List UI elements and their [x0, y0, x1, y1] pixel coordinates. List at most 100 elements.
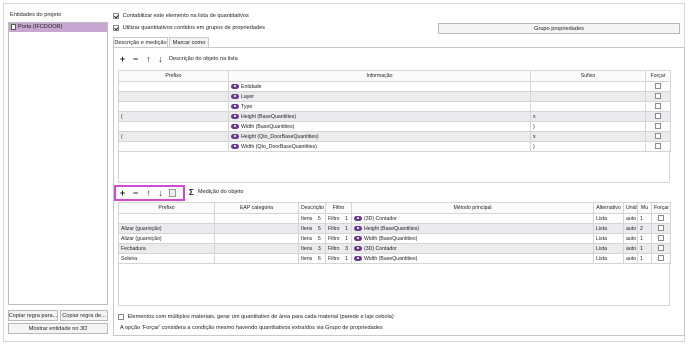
suffix-cell[interactable]: x [530, 111, 646, 122]
table-row[interactable]: ( Height (Qto_DoorBaseQuantities) x [118, 131, 671, 142]
eye-icon[interactable] [354, 255, 362, 261]
force-cell[interactable] [645, 111, 671, 122]
column-header-prefix[interactable]: Prefixo [118, 70, 229, 82]
column-header-alternative[interactable]: Alternativo [593, 202, 624, 214]
table-row[interactable]: ( Height (BaseQuantities) x [118, 111, 671, 122]
eye-icon[interactable] [354, 235, 362, 241]
prefix-cell[interactable] [118, 91, 229, 102]
add-icon[interactable]: + [118, 188, 127, 198]
column-header-info[interactable]: Informação [228, 70, 531, 82]
prefix-cell[interactable]: ( [118, 131, 229, 142]
unit-cell[interactable]: auto [623, 223, 638, 234]
multi-material-checkbox[interactable] [118, 313, 124, 320]
table-row[interactable]: Fechadura Itens 3 Filtro 3 (3D) Contador… [118, 243, 671, 254]
eye-icon[interactable] [231, 103, 239, 109]
method-cell[interactable]: (3D) Contador [351, 213, 594, 224]
eap-cell[interactable] [214, 243, 299, 254]
eye-icon[interactable] [354, 225, 362, 231]
alternative-cell[interactable]: Lista [593, 233, 624, 244]
table-row[interactable]: Alizar (guarnição) Itens 5 Filtro 1 Widt… [118, 233, 671, 244]
eap-cell[interactable] [214, 213, 299, 224]
suffix-cell[interactable] [530, 81, 646, 92]
entity-list[interactable] [8, 22, 108, 305]
eye-icon[interactable] [231, 93, 239, 99]
info-cell[interactable]: Type [228, 101, 531, 112]
prefix-cell[interactable]: Alizar (guarnição) [118, 223, 215, 234]
remove-icon[interactable]: − [131, 54, 140, 64]
column-header-description[interactable]: Descrição [298, 202, 326, 214]
use-property-groups-option[interactable]: Utilizar quantitativos contidos em grupo… [113, 24, 265, 32]
arrow-up-icon[interactable]: ↑ [144, 188, 153, 198]
unit-cell[interactable]: auto [623, 233, 638, 244]
include-in-list-checkbox[interactable] [113, 12, 119, 19]
copy-icon[interactable] [169, 189, 176, 197]
suffix-cell[interactable]: x [530, 131, 646, 142]
eap-cell[interactable] [214, 223, 299, 234]
column-header-eap[interactable]: EAP categoria [214, 202, 299, 214]
force-checkbox[interactable] [658, 255, 664, 262]
force-checkbox[interactable] [658, 225, 664, 232]
alternative-cell[interactable]: Lista [593, 213, 624, 224]
info-cell[interactable]: Entidade [228, 81, 531, 92]
force-cell[interactable] [651, 243, 671, 254]
column-header-unit[interactable]: Unid [623, 202, 638, 214]
alternative-cell[interactable]: Lista [593, 243, 624, 254]
unit-cell[interactable]: auto [623, 213, 638, 224]
force-checkbox[interactable] [658, 235, 664, 242]
force-cell[interactable] [645, 121, 671, 132]
mu-cell[interactable]: 2 [637, 223, 652, 234]
eye-icon[interactable] [354, 245, 362, 251]
force-cell[interactable] [651, 213, 671, 224]
column-header-filter[interactable]: Filtro [325, 202, 352, 214]
force-cell[interactable] [645, 131, 671, 142]
eye-icon[interactable] [231, 113, 239, 119]
force-cell[interactable] [645, 91, 671, 102]
eye-icon[interactable] [231, 83, 239, 89]
force-checkbox[interactable] [658, 215, 664, 222]
force-checkbox[interactable] [655, 93, 661, 100]
tab-description-measure[interactable]: Descrição e medição [113, 37, 168, 47]
property-group-button[interactable]: Grupo propriedades [438, 23, 680, 34]
column-header-force[interactable]: Forçar [645, 70, 671, 82]
add-icon[interactable]: + [118, 54, 127, 64]
table-row[interactable]: Type [118, 101, 671, 112]
filter-cell[interactable]: Filtro 1 [325, 223, 352, 234]
mu-cell[interactable]: 1 [637, 213, 652, 224]
column-header-prefix[interactable]: Prefixo [118, 202, 215, 214]
tab-mark-as[interactable]: Marcar como [169, 37, 209, 47]
include-in-list-option[interactable]: Contabilizar este elemento na lista de q… [113, 12, 249, 20]
arrow-down-icon[interactable]: ↓ [156, 188, 165, 198]
info-cell[interactable]: Height (Qto_DoorBaseQuantities) [228, 131, 531, 142]
force-cell[interactable] [645, 81, 671, 92]
table-row[interactable]: Alizar (guarnição) Itens 5 Filtro 1 Heig… [118, 223, 671, 234]
force-cell[interactable] [651, 223, 671, 234]
info-cell[interactable]: Width (BaseQuantities) [228, 121, 531, 132]
eap-cell[interactable] [214, 233, 299, 244]
method-cell[interactable]: Width (BaseQuantities) [351, 233, 594, 244]
force-checkbox[interactable] [655, 123, 661, 130]
unit-cell[interactable]: auto [623, 243, 638, 254]
eye-icon[interactable] [231, 143, 239, 149]
table-row[interactable]: Itens 5 Filtro 1 (3D) Contador Lista aut… [118, 213, 671, 224]
force-checkbox[interactable] [655, 143, 661, 150]
suffix-cell[interactable] [530, 91, 646, 102]
eye-icon[interactable] [231, 123, 239, 129]
description-cell[interactable]: Itens 5 [298, 223, 326, 234]
force-checkbox[interactable] [655, 133, 661, 140]
prefix-cell[interactable]: Fechadura [118, 243, 215, 254]
column-header-force[interactable]: Forçar [651, 202, 671, 214]
prefix-cell[interactable]: Alizar (guarnição) [118, 233, 215, 244]
filter-cell[interactable]: Filtro 1 [325, 233, 352, 244]
arrow-up-icon[interactable]: ↑ [144, 54, 153, 64]
alternative-cell[interactable]: Lista [593, 223, 624, 234]
force-checkbox[interactable] [655, 83, 661, 90]
filter-cell[interactable]: Filtro 1 [325, 213, 352, 224]
mu-cell[interactable]: 1 [637, 243, 652, 254]
suffix-cell[interactable]: ) [530, 121, 646, 132]
multi-material-option[interactable]: Elementos com múltiplos materiais, gerar… [118, 313, 394, 321]
table-row[interactable]: Width (BaseQuantities) ) [118, 121, 671, 132]
arrow-down-icon[interactable]: ↓ [156, 54, 165, 64]
force-cell[interactable] [651, 233, 671, 244]
remove-icon[interactable]: − [131, 188, 140, 198]
table-row[interactable]: Layer [118, 91, 671, 102]
